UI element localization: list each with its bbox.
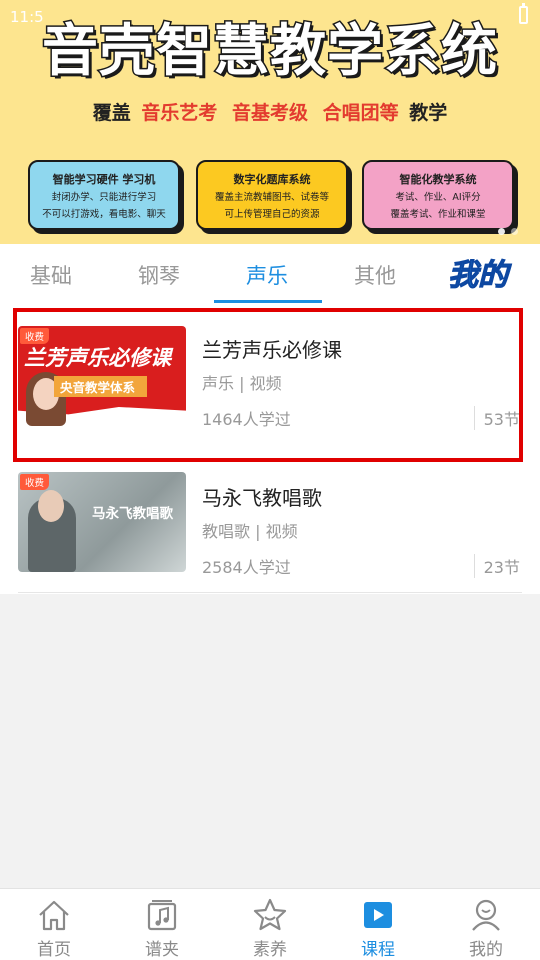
feature-line: 覆盖考试、作业和课堂	[390, 209, 486, 220]
banner-title: 音壳智慧教学系统	[41, 18, 499, 86]
feature-line: 可上传管理自己的资源	[224, 209, 320, 220]
play-icon	[364, 902, 392, 928]
banner-coverage: 覆盖 音乐艺考 音基考级 合唱团等 教学	[0, 98, 540, 125]
nav-mine[interactable]: 我的	[432, 889, 540, 960]
home-icon	[39, 900, 69, 931]
tab-other[interactable]: 其他	[354, 260, 396, 290]
bottom-nav: 首页 谱夹 素养 课程 我的	[0, 888, 540, 960]
coverage-suffix: 教学	[409, 102, 448, 124]
tab-active-indicator	[214, 300, 322, 303]
course-tags: 教唱歌 | 视频	[202, 522, 298, 541]
feature-line: 不可以打游戏，看电影、聊天	[42, 209, 166, 220]
nav-label: 我的	[469, 940, 503, 960]
user-icon	[472, 899, 500, 931]
list-divider	[18, 592, 522, 593]
coverage-prefix: 覆盖	[92, 102, 131, 124]
tab-piano[interactable]: 钢琴	[138, 260, 180, 290]
nav-label: 课程	[361, 940, 395, 960]
feature-line: 覆盖主流教辅图书、试卷等	[214, 192, 329, 203]
nav-label: 首页	[37, 940, 71, 960]
music-folder-icon	[147, 900, 177, 931]
feature-line: 考试、作业、AI评分	[395, 192, 481, 203]
feature-card-hardware: 智能学习硬件 学习机 封闭办学、只能进行学习 不可以打游戏，看电影、聊天	[28, 160, 180, 230]
feature-line: 封闭办学、只能进行学习	[51, 192, 157, 203]
thumb-title: 马永飞教唱歌	[92, 506, 173, 522]
nav-courses[interactable]: 课程	[324, 889, 432, 960]
category-tabs: 基础 钢琴 声乐 其他 我的	[0, 244, 540, 306]
star-icon	[253, 898, 287, 931]
promo-banner[interactable]: 11:5 音壳智慧教学系统 覆盖 音乐艺考 音基考级 合唱团等 教学 智能学习硬…	[0, 0, 540, 244]
course-title: 马永飞教唱歌	[202, 486, 322, 510]
coverage-item: 音基考级	[231, 102, 308, 124]
tab-mine[interactable]: 我的	[448, 250, 509, 294]
nav-home[interactable]: 首页	[0, 889, 108, 960]
course-thumbnail: 马永飞教唱歌 收费	[18, 472, 186, 572]
course-lessons: 23节	[473, 554, 520, 578]
thumb-face	[38, 490, 64, 522]
coverage-item: 合唱团等	[322, 102, 399, 124]
nav-literacy[interactable]: 素养	[216, 889, 324, 960]
feature-title: 数字化题库系统	[233, 173, 311, 186]
carousel-dot	[511, 228, 518, 235]
course-learners: 2584人学过	[202, 558, 291, 577]
feature-title: 智能学习硬件 学习机	[52, 173, 156, 186]
nav-sheet-folder[interactable]: 谱夹	[108, 889, 216, 960]
paid-badge: 收费	[20, 474, 50, 490]
carousel-dot	[498, 228, 505, 235]
feature-title: 智能化教学系统	[399, 173, 477, 186]
tab-vocal[interactable]: 声乐	[246, 260, 288, 290]
selection-highlight	[13, 308, 523, 462]
feature-card-question-bank: 数字化题库系统 覆盖主流教辅图书、试卷等 可上传管理自己的资源	[196, 160, 348, 230]
coverage-item: 音乐艺考	[141, 102, 218, 124]
carousel-indicator	[492, 220, 518, 239]
nav-label: 素养	[253, 940, 287, 960]
nav-label: 谱夹	[145, 940, 179, 960]
tab-basic[interactable]: 基础	[30, 260, 72, 290]
course-item[interactable]: 马永飞教唱歌 收费 马永飞教唱歌 教唱歌 | 视频 2584人学过 23节	[0, 464, 540, 594]
